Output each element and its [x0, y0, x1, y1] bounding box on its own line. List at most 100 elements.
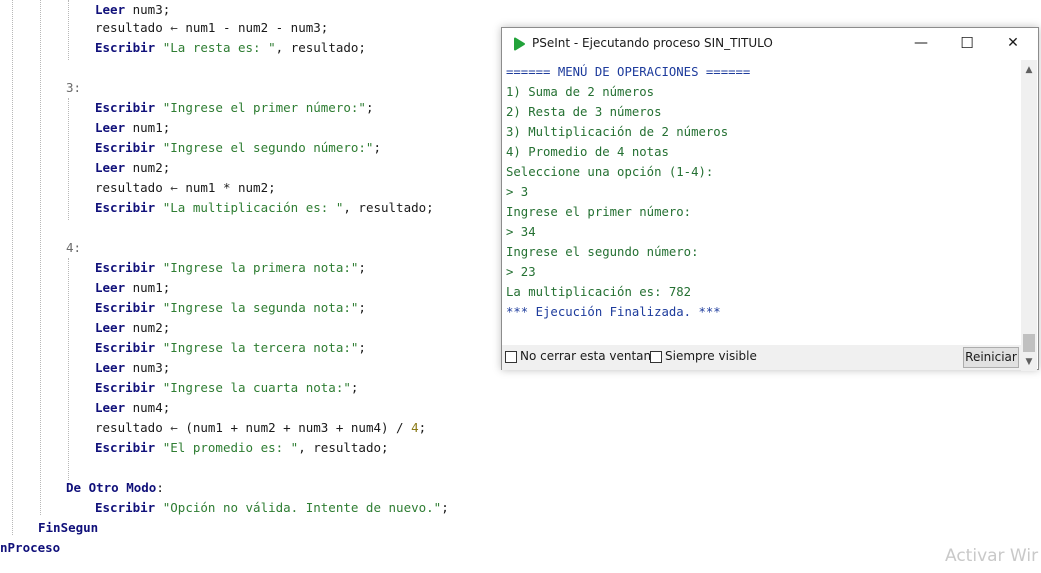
console-output[interactable]: ====== MENÚ DE OPERACIONES ====== 1) Suma…: [503, 60, 1021, 345]
code-keyword: Escribir: [95, 200, 156, 215]
maximize-button[interactable]: ☐: [944, 28, 990, 59]
code-token: ;: [350, 380, 359, 395]
code-keyword: Leer: [95, 400, 126, 415]
code-line: Escribir "Ingrese la cuarta nota:";: [95, 378, 358, 398]
code-keyword: Escribir: [95, 440, 156, 455]
bottom-bar: No cerrar esta ventana Siempre visible R…: [502, 345, 1021, 370]
code-string: "Ingrese la cuarta nota:": [155, 380, 351, 395]
code-token: num1;: [125, 280, 171, 295]
code-token: num3;: [125, 360, 171, 375]
code-line: Escribir "El promedio es: ", resultado;: [95, 438, 389, 458]
code-line: Leer num3;: [95, 358, 170, 378]
reiniciar-button[interactable]: Reiniciar: [963, 347, 1019, 368]
code-token: , resultado;: [343, 200, 434, 215]
code-keyword: Escribir: [95, 340, 156, 355]
no-cerrar-label[interactable]: No cerrar esta ventana: [520, 349, 659, 363]
code-line: nProceso: [0, 538, 60, 558]
code-token: 3:: [66, 80, 82, 95]
code-token: resultado: [95, 20, 171, 35]
code-line: De Otro Modo:: [66, 478, 164, 498]
console-line: > 3: [506, 185, 529, 199]
code-token: resultado: [95, 420, 171, 435]
code-token: (num1 + num2 + num3 + num4) /: [177, 420, 412, 435]
no-cerrar-checkbox[interactable]: [505, 351, 517, 363]
code-token: 4:: [66, 240, 82, 255]
close-button[interactable]: ✕: [990, 28, 1036, 59]
code-token: ←: [170, 20, 178, 35]
code-keyword: De Otro Modo: [66, 480, 157, 495]
code-token: num1;: [125, 120, 171, 135]
siempre-visible-label[interactable]: Siempre visible: [665, 349, 757, 363]
indent-guide: [12, 0, 13, 535]
code-string: "Ingrese el primer número:": [155, 100, 366, 115]
code-keyword: Leer: [95, 120, 126, 135]
code-line: resultado ← num1 * num2;: [95, 178, 276, 198]
code-line: Escribir "Ingrese la tercera nota:";: [95, 338, 366, 358]
code-line: Leer num1;: [95, 118, 170, 138]
code-token: :: [156, 480, 164, 495]
code-token: ;: [418, 420, 427, 435]
console-line: 3) Multiplicación de 2 números: [506, 125, 729, 139]
code-token: ;: [373, 140, 381, 155]
console-line: Ingrese el segundo número:: [506, 245, 699, 259]
console-line: ====== MENÚ DE OPERACIONES ======: [506, 65, 751, 79]
code-keyword: Escribir: [95, 140, 156, 155]
scroll-thumb[interactable]: [1023, 334, 1035, 352]
code-keyword: Leer: [95, 320, 126, 335]
code-token: num1 - num2 - num3;: [177, 20, 329, 35]
code-line: Leer num2;: [95, 318, 170, 338]
code-token: ;: [441, 500, 449, 515]
code-keyword: Escribir: [95, 300, 156, 315]
code-keyword: Escribir: [95, 100, 156, 115]
code-token: ;: [358, 300, 366, 315]
code-string: "Opción no válida. Intente de nuevo.": [155, 500, 442, 515]
scroll-up-icon[interactable]: ▲: [1021, 62, 1037, 78]
indent-guide: [68, 0, 69, 60]
code-line: resultado ← num1 - num2 - num3;: [95, 18, 328, 38]
code-line: Leer num1;: [95, 278, 170, 298]
code-line: Escribir "La multiplicación es: ", resul…: [95, 198, 434, 218]
code-keyword: Escribir: [95, 380, 156, 395]
code-string: "La resta es: ": [155, 40, 276, 55]
indent-guide: [68, 258, 69, 480]
code-keyword: Escribir: [95, 260, 156, 275]
code-line: FinSegun: [38, 518, 98, 538]
console-line: Seleccione una opción (1-4):: [506, 165, 714, 179]
console-line: 4) Promedio de 4 notas: [506, 145, 669, 159]
console-line: 1) Suma de 2 números: [506, 85, 655, 99]
code-line: 4:: [66, 238, 81, 258]
console-line: *** Ejecución Finalizada. ***: [506, 305, 721, 319]
code-token: ←: [170, 180, 178, 195]
pseint-execution-window[interactable]: PSeInt - Ejecutando proceso SIN_TITULO —…: [501, 27, 1039, 371]
code-line: Leer num2;: [95, 158, 170, 178]
siempre-visible-checkbox[interactable]: [650, 351, 662, 363]
code-token: ←: [170, 420, 178, 435]
indent-guide: [68, 98, 69, 220]
console-line: La multiplicación es: 782: [506, 285, 692, 299]
console-line: > 34: [506, 225, 536, 239]
code-string: "Ingrese la primera nota:": [155, 260, 359, 275]
indent-guide: [40, 0, 41, 515]
minimize-button[interactable]: —: [898, 28, 944, 59]
code-keyword: Leer: [95, 360, 126, 375]
code-keyword: nProceso: [0, 540, 61, 555]
scroll-down-icon[interactable]: ▼: [1021, 354, 1037, 370]
code-line: Escribir "Ingrese el segundo número:";: [95, 138, 381, 158]
code-string: "Ingrese la tercera nota:": [155, 340, 359, 355]
window-title: PSeInt - Ejecutando proceso SIN_TITULO: [532, 36, 773, 50]
code-line: Escribir "La resta es: ", resultado;: [95, 38, 366, 58]
console-line: Ingrese el primer número:: [506, 205, 692, 219]
code-token: 4: [411, 420, 419, 435]
code-token: , resultado;: [275, 40, 366, 55]
code-line: Leer num4;: [95, 398, 170, 418]
code-token: ;: [358, 340, 366, 355]
code-line: Leer num3;: [95, 0, 170, 20]
code-keyword: FinSegun: [38, 520, 99, 535]
code-keyword: Leer: [95, 2, 126, 17]
code-line: Escribir "Ingrese la segunda nota:";: [95, 298, 366, 318]
code-line: Escribir "Opción no válida. Intente de n…: [95, 498, 449, 518]
title-bar[interactable]: PSeInt - Ejecutando proceso SIN_TITULO —…: [502, 28, 1038, 60]
pseint-run-icon: [514, 37, 525, 51]
vertical-scrollbar[interactable]: ▲ ▼: [1021, 60, 1037, 371]
code-keyword: Escribir: [95, 40, 156, 55]
